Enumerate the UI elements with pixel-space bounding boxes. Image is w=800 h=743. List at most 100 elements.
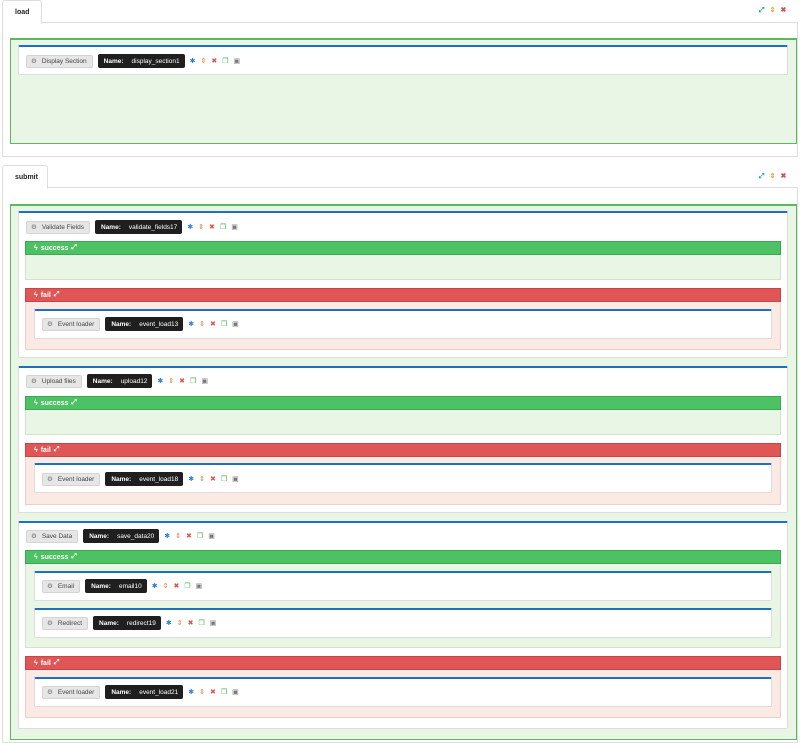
delete-icon[interactable]: ✖ <box>188 620 194 627</box>
save-icon[interactable]: ▣ <box>201 378 208 385</box>
copy-icon[interactable]: ❐ <box>184 583 190 590</box>
bolt-icon: ϟ <box>34 244 38 252</box>
tab-load-label: load <box>15 8 30 16</box>
name-label: Name: <box>111 688 132 696</box>
expand-icon[interactable]: ⤢ <box>71 244 77 252</box>
name-label: Name: <box>103 57 124 65</box>
delete-icon[interactable]: ✖ <box>210 689 216 696</box>
settings-icon[interactable]: ✱ <box>190 58 196 65</box>
success-label: success <box>40 244 69 252</box>
move-icon[interactable]: ⇕ <box>175 533 181 540</box>
settings-icon[interactable]: ✱ <box>188 689 194 696</box>
move-icon[interactable]: ⇕ <box>199 321 205 328</box>
expand-icon[interactable]: ⤢ <box>54 659 60 667</box>
settings-icon[interactable]: ✱ <box>188 321 194 328</box>
validate-success-bar[interactable]: ϟ success ⤢ <box>25 241 781 255</box>
save-icon[interactable]: ▣ <box>232 321 239 328</box>
tab-load[interactable]: load <box>2 0 42 24</box>
settings-icon[interactable]: ✱ <box>188 476 194 483</box>
copy-icon[interactable]: ❐ <box>220 224 226 231</box>
email10-name-badge: Name: email10 <box>85 579 147 593</box>
copy-icon[interactable]: ❐ <box>198 620 204 627</box>
email-type-button[interactable]: ⚙ Email <box>42 579 81 593</box>
delete-icon[interactable]: ✖ <box>210 321 216 328</box>
move-icon[interactable]: ⇕ <box>199 476 205 483</box>
save-icon[interactable]: ▣ <box>231 224 238 231</box>
save-icon[interactable]: ▣ <box>233 58 240 65</box>
validate-fields-row: ⚙ Validate Fields Name: validate_fields17 … <box>26 220 238 234</box>
display-section-name-badge: Name: display_section1 <box>97 54 185 68</box>
save-icon[interactable]: ▣ <box>208 533 215 540</box>
delete-icon[interactable]: ✖ <box>210 476 216 483</box>
event-load21-row: ⚙ Event loader Name: event_load21 ✱ ⇕ ✖ ❐ … <box>42 685 239 699</box>
delete-icon[interactable]: ✖ <box>186 533 192 540</box>
expand-icon[interactable]: ⤢ <box>759 7 765 14</box>
event-loader-type-button[interactable]: ⚙ Event loader <box>42 472 101 486</box>
expand-icon[interactable]: ⤢ <box>71 553 77 561</box>
move-icon[interactable]: ⇕ <box>177 620 183 627</box>
upload-files-type-button[interactable]: ⚙ Upload files <box>26 374 82 388</box>
move-icon[interactable]: ⇕ <box>163 583 169 590</box>
save-icon[interactable]: ▣ <box>196 583 203 590</box>
upload-files-type: Upload files <box>41 377 76 385</box>
settings-icon[interactable]: ✱ <box>152 583 158 590</box>
upload-fail-bar[interactable]: ϟ fail ⤢ <box>25 443 781 457</box>
upload-files-name: upload12 <box>120 377 148 385</box>
name-label: Name: <box>111 320 132 328</box>
event-loader-type: Event loader <box>57 475 95 483</box>
validate-fields-type-button[interactable]: ⚙ Validate Fields <box>26 220 90 234</box>
save-icon[interactable]: ▣ <box>232 689 239 696</box>
move-icon[interactable]: ⇕ <box>199 689 205 696</box>
close-icon[interactable]: ✖ <box>780 7 786 14</box>
event-load18-row: ⚙ Event loader Name: event_load18 ✱ ⇕ ✖ ❐ … <box>42 472 239 486</box>
expand-icon[interactable]: ⤢ <box>759 173 765 180</box>
save-success-bar[interactable]: ϟ success ⤢ <box>25 550 781 564</box>
close-icon[interactable]: ✖ <box>780 173 786 180</box>
copy-icon[interactable]: ❐ <box>221 476 227 483</box>
expand-icon[interactable]: ⤢ <box>54 291 60 299</box>
copy-icon[interactable]: ❐ <box>221 321 227 328</box>
submit-tab-controls: ⤢ ⇕ ✖ <box>759 173 786 180</box>
settings-icon[interactable]: ✱ <box>164 533 170 540</box>
copy-icon[interactable]: ❐ <box>190 378 196 385</box>
delete-icon[interactable]: ✖ <box>211 58 217 65</box>
name-label: Name: <box>100 223 121 231</box>
upload-success-bar[interactable]: ϟ success ⤢ <box>25 396 781 410</box>
save-data-type-button[interactable]: ⚙ Save Data <box>26 529 79 543</box>
settings-icon[interactable]: ✱ <box>166 620 172 627</box>
save-icon[interactable]: ▣ <box>210 620 217 627</box>
event-load18-name: event_load18 <box>139 475 179 483</box>
copy-icon[interactable]: ❐ <box>222 58 228 65</box>
delete-icon[interactable]: ✖ <box>209 224 215 231</box>
delete-icon[interactable]: ✖ <box>179 378 185 385</box>
copy-icon[interactable]: ❐ <box>221 689 227 696</box>
settings-icon[interactable]: ✱ <box>157 378 163 385</box>
event-loader-type-button[interactable]: ⚙ Event loader <box>42 685 101 699</box>
name-label: Name: <box>91 582 111 590</box>
copy-icon[interactable]: ❐ <box>197 533 203 540</box>
move-icon[interactable]: ⇕ <box>200 58 206 65</box>
move-icon[interactable]: ⇕ <box>198 224 204 231</box>
load-tabbar <box>2 0 798 23</box>
save-fail-bar[interactable]: ϟ fail ⤢ <box>25 656 781 670</box>
redirect-type: Redirect <box>57 619 83 627</box>
settings-icon[interactable]: ✱ <box>187 224 193 231</box>
display-section-type-button[interactable]: ⚙ Display Section <box>26 54 93 68</box>
redirect-type-button[interactable]: ⚙ Redirect <box>42 616 89 630</box>
event-load18-name-badge: Name: event_load18 <box>105 472 184 486</box>
bolt-icon: ϟ <box>34 659 38 667</box>
delete-icon[interactable]: ✖ <box>173 583 179 590</box>
save-icon[interactable]: ▣ <box>232 476 239 483</box>
validate-fail-bar[interactable]: ϟ fail ⤢ <box>25 288 781 302</box>
expand-icon[interactable]: ⤢ <box>71 399 77 407</box>
event-loader-type-button[interactable]: ⚙ Event loader <box>42 317 101 331</box>
move-icon[interactable]: ⇕ <box>168 378 174 385</box>
upload-files-name-badge: Name: upload12 <box>86 374 153 388</box>
move-icon[interactable]: ⇕ <box>770 7 776 14</box>
display-section-type: Display Section <box>41 57 87 65</box>
save-data-row: ⚙ Save Data Name: save_data20 ✱ ⇕ ✖ ❐ ▣ <box>26 529 215 543</box>
expand-icon[interactable]: ⤢ <box>54 446 60 454</box>
bolt-icon: ϟ <box>34 446 38 454</box>
tab-submit[interactable]: submit <box>2 165 48 189</box>
move-icon[interactable]: ⇕ <box>770 173 776 180</box>
